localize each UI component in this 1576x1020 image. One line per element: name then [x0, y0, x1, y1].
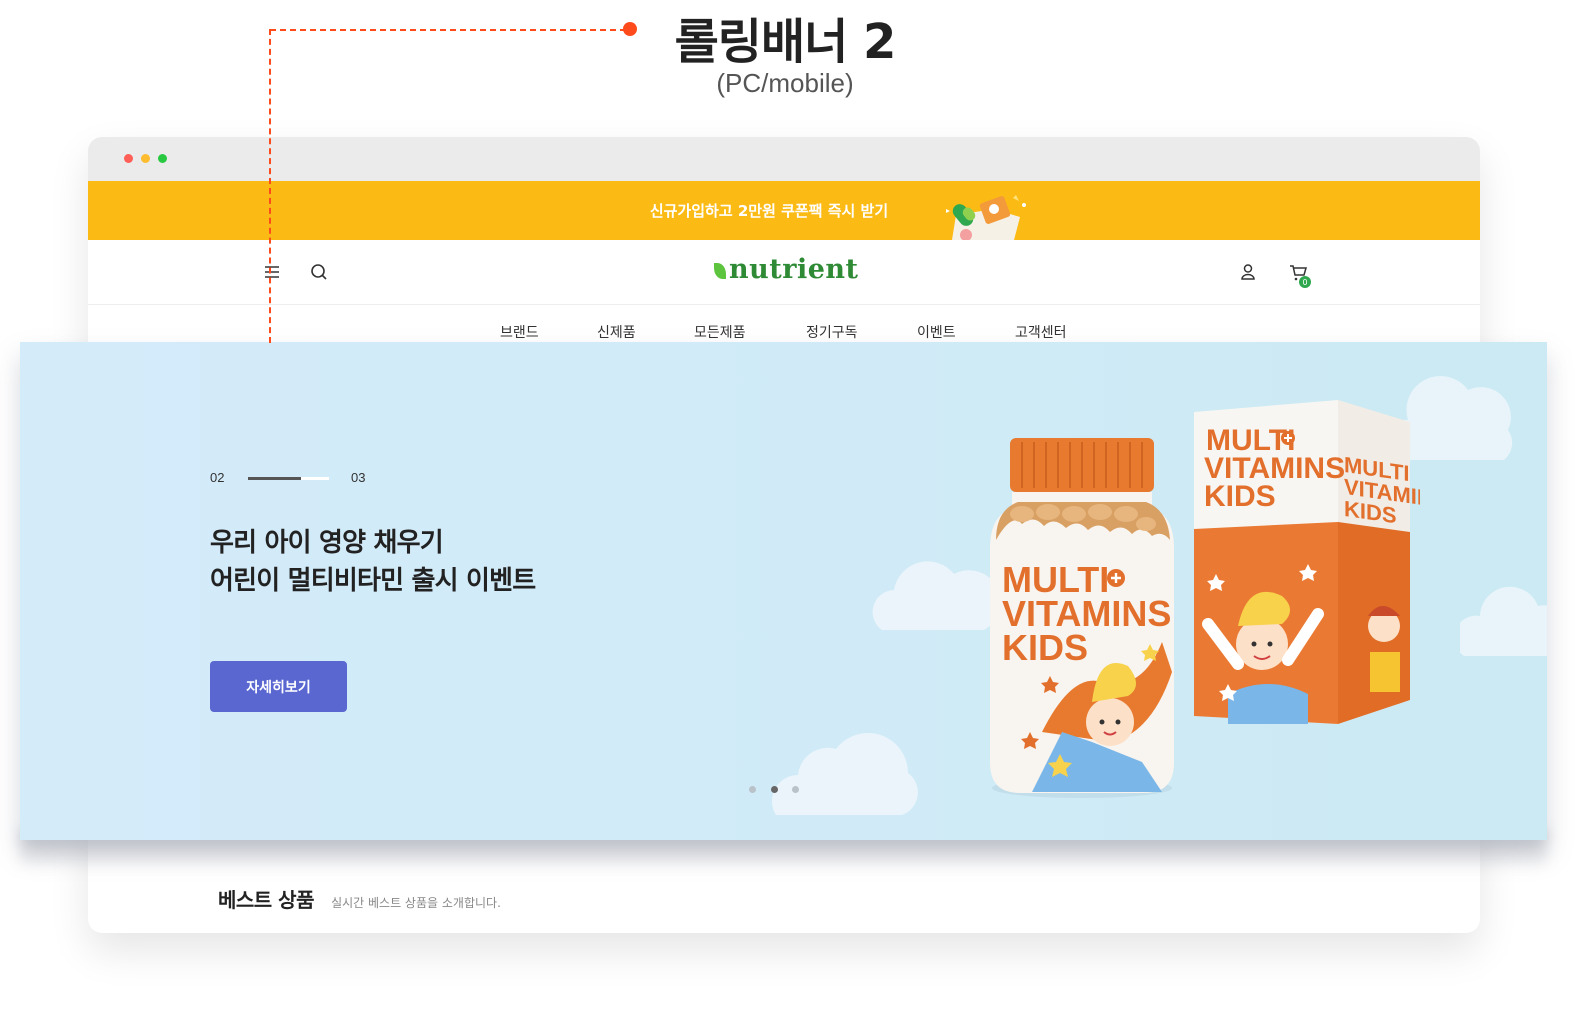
- site-header: nutrient 0: [88, 240, 1480, 305]
- window-minimize-button[interactable]: [141, 154, 150, 163]
- logo-text: nutrient: [729, 254, 859, 285]
- hero-banner: 02 03 우리 아이 영양 채우기 어린이 멀티비타민 출시 이벤트 자세히보…: [20, 342, 1547, 840]
- window-maximize-button[interactable]: [158, 154, 167, 163]
- annotation-marker-dot: [623, 22, 637, 36]
- search-icon[interactable]: [307, 260, 331, 284]
- menu-icon[interactable]: [260, 260, 284, 284]
- cloud-illustration: [1460, 586, 1547, 656]
- vitamin-bottle-image: MULTI VITAMINS KIDS: [990, 438, 1174, 798]
- nav-item-all-products[interactable]: 모든제품: [694, 322, 746, 342]
- vitamin-box-image: MULTI VITAMINS KIDS MULTI VITAMINS KIDS: [1194, 400, 1420, 724]
- cloud-illustration: [772, 733, 918, 815]
- user-icon[interactable]: [1236, 260, 1260, 284]
- pager-progress-track: [248, 477, 329, 480]
- leaf-icon: [714, 263, 726, 279]
- cart-count-badge: 0: [1299, 276, 1311, 288]
- annotation-title: 롤링배너 2: [674, 14, 897, 70]
- cloud-illustration: [872, 561, 992, 630]
- bottle-label-line3: KIDS: [1002, 627, 1088, 668]
- nav-item-brand[interactable]: 브랜드: [500, 322, 539, 342]
- best-products-subtitle: 실시간 베스트 상품을 소개합니다.: [331, 896, 501, 910]
- promo-text: 신규가입하고 2만원 쿠폰팩 즉시 받기: [649, 202, 889, 220]
- browser-titlebar: [88, 137, 1480, 181]
- box-label-line3: KIDS: [1204, 480, 1276, 513]
- coupon-gift-icon: [946, 195, 1026, 240]
- annotation-subtitle: (PC/mobile): [716, 68, 854, 98]
- main-nav: 브랜드 신제품 모든제품 정기구독 이벤트 고객센터: [88, 304, 1480, 344]
- promo-bar[interactable]: 신규가입하고 2만원 쿠폰팩 즉시 받기: [88, 181, 1480, 240]
- site-logo[interactable]: nutrient: [714, 254, 859, 285]
- nav-item-subscription[interactable]: 정기구독: [806, 322, 858, 342]
- view-details-button[interactable]: 자세히보기: [210, 661, 347, 712]
- hero-headline-line2: 어린이 멀티비타민 출시 이벤트: [210, 566, 536, 596]
- annotation-leader-horizontal: [270, 29, 626, 31]
- nav-item-event[interactable]: 이벤트: [917, 322, 956, 342]
- window-close-button[interactable]: [124, 154, 133, 163]
- nav-item-new[interactable]: 신제품: [597, 322, 636, 342]
- pager-progress-fill: [248, 477, 302, 480]
- slide-dot-3[interactable]: [792, 786, 799, 793]
- best-products-section: 베스트 상품 실시간 베스트 상품을 소개합니다.: [218, 884, 501, 913]
- pager-current: 02: [210, 470, 225, 485]
- best-products-title: 베스트 상품: [218, 888, 314, 912]
- nav-item-support[interactable]: 고객센터: [1015, 322, 1067, 342]
- slide-dot-2[interactable]: [771, 786, 778, 793]
- pager-total: 03: [351, 470, 366, 485]
- hero-headline-line1: 우리 아이 영양 채우기: [210, 528, 444, 558]
- hero-headline: 우리 아이 영양 채우기 어린이 멀티비타민 출시 이벤트: [210, 524, 536, 600]
- cart-count: 0: [1302, 278, 1307, 287]
- annotation-leader-vertical: [269, 29, 271, 343]
- slide-dot-1[interactable]: [749, 786, 756, 793]
